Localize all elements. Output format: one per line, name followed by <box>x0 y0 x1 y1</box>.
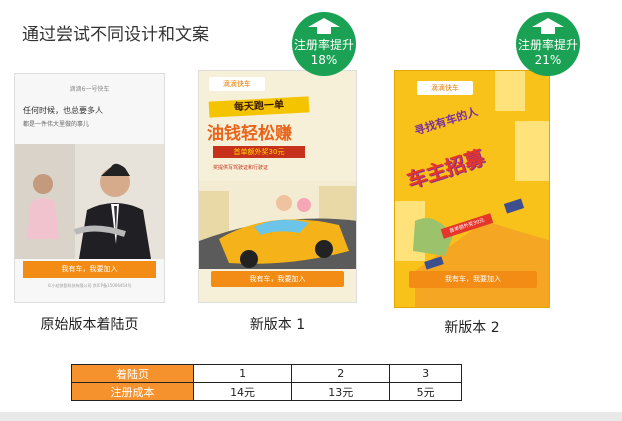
main-slogan: 油钱轻松赚 <box>207 124 292 144</box>
up-arrow-icon <box>532 18 564 34</box>
cost-table: 着陆页 1 2 3 注册成本 14元 13元 5元 <box>71 364 462 401</box>
row-header: 着陆页 <box>71 364 194 383</box>
up-arrow-icon <box>308 18 340 34</box>
landing-page-v2: 滴滴快车 寻找有车的人 车主招募 首单额外奖30元 我有车，我要加入 <box>394 70 550 308</box>
promo-note: 奖提供写驾驶证和行驶证 <box>213 165 269 171</box>
landing-page-v1: 滴滴快车 每天跑一单 油钱轻松赚 首单额外奖30元 奖提供写驾驶证和行驶证 我有… <box>198 70 357 303</box>
app-header: 滴滴6一号快车 <box>69 86 110 93</box>
slogan: 任何时候，也总要多人 <box>23 106 103 115</box>
table-cell: 1 <box>192 364 293 383</box>
badge-label: 注册率提升 <box>517 38 578 52</box>
table-row: 注册成本 14元 13元 5元 <box>71 382 462 401</box>
badge-value: 18% <box>310 53 338 67</box>
landing-page-original: 滴滴6一号快车 任何时候，也总要多人 都是一件伟大里做的事儿 我有车，我要加入 … <box>14 73 165 303</box>
table-cell: 3 <box>389 364 462 383</box>
caption-v2: 新版本 2 <box>444 320 500 336</box>
caption-original: 原始版本着陆页 <box>40 317 139 333</box>
brand-logo: 滴滴快车 <box>209 77 265 91</box>
slogan-sub: 都是一件伟大里做的事儿 <box>23 121 90 128</box>
table-cell: 14元 <box>192 382 293 401</box>
table-cell: 13元 <box>291 382 391 401</box>
signup-lift-badge: 注册率提升 18% <box>292 12 356 76</box>
bottom-divider <box>0 412 622 421</box>
join-button[interactable]: 我有车，我要加入 <box>211 271 344 287</box>
badge-label: 注册率提升 <box>293 38 354 52</box>
driver-photo <box>15 144 164 259</box>
footer-text: ©小桔快智科技有限公司 京ICP备15006454号 <box>47 283 132 288</box>
badge-value: 21% <box>534 53 562 67</box>
join-button[interactable]: 我有车，我要加入 <box>23 261 156 278</box>
join-button[interactable]: 我有车，我要加入 <box>409 271 537 288</box>
table-row: 着陆页 1 2 3 <box>71 364 462 383</box>
page-title: 通过尝试不同设计和文案 <box>22 25 209 45</box>
caption-v1: 新版本 1 <box>249 317 306 333</box>
table-cell: 2 <box>291 364 391 383</box>
signup-lift-badge: 注册率提升 21% <box>516 12 580 76</box>
row-header: 注册成本 <box>71 382 194 401</box>
table-cell: 5元 <box>389 382 462 401</box>
promo-banner: 首单额外奖30元 <box>213 146 305 158</box>
brand-logo: 滴滴快车 <box>417 81 473 95</box>
car-illustration <box>199 181 356 269</box>
headline: 每天跑一单 <box>208 96 310 118</box>
